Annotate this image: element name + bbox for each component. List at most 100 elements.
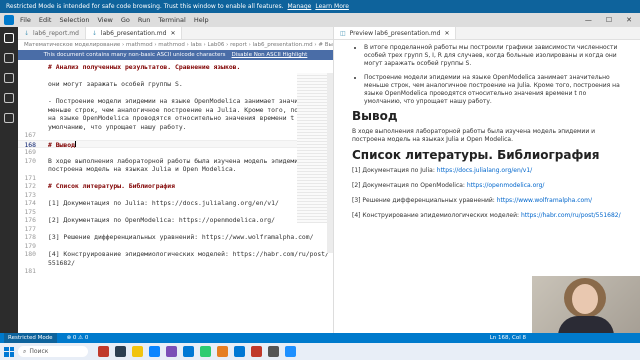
close-tab-icon[interactable]: ✕ (170, 30, 175, 37)
reference-link[interactable]: https://openmodelica.org/ (467, 182, 545, 189)
problems-status[interactable]: ⊗ 0 ⚠ 0 (67, 335, 89, 341)
line-text: - Построение модели эпидемии на языке Op… (48, 97, 322, 105)
manage-link[interactable]: Manage (288, 3, 312, 10)
references-list: [1] Документация по Julia: https://docs.… (352, 167, 624, 220)
cursor-position[interactable]: Ln 168, Col 8 (490, 335, 636, 341)
code-line[interactable]: 173 (18, 191, 333, 200)
code-line[interactable]: 176 [2] Документация по OpenModelica: htt… (18, 216, 333, 225)
banner-text: Restricted Mode is intended for safe cod… (6, 3, 284, 10)
menu-file[interactable]: File (20, 16, 31, 24)
preview-icon: ◫ (340, 29, 346, 37)
tab-lab6-report[interactable]: ↓ lab6_report.md (18, 27, 86, 39)
code-line[interactable]: 174 [1] Документация по Julia: https://do… (18, 199, 333, 208)
search-icon: ⌕ (23, 347, 27, 355)
line-text (42, 267, 48, 276)
code-line[interactable]: 179 (18, 242, 333, 251)
run-debug-icon[interactable] (4, 93, 14, 103)
reference-link[interactable]: https://habr.com/ru/post/551682/ (521, 212, 621, 219)
code-line[interactable]: построена модель на языках Julia и Open … (18, 165, 333, 174)
line-number: 179 (24, 241, 36, 250)
line-number: 168 (24, 140, 36, 149)
search-icon[interactable] (4, 53, 14, 63)
reference-link[interactable]: https://docs.julialang.org/en/v1/ (437, 167, 532, 174)
code-line[interactable]: 168 # Вывод (18, 139, 333, 149)
code-line[interactable]: 177 (18, 225, 333, 234)
tab-preview[interactable]: ◫ Preview lab6_presentation.md ✕ (334, 27, 457, 39)
code-line[interactable]: они могут заражать особей группы S. (18, 80, 333, 89)
learn-more-link[interactable]: Learn More (315, 3, 349, 10)
code-line[interactable]: 167 (18, 131, 333, 140)
taskbar-app-icon[interactable] (234, 346, 245, 357)
menu-run[interactable]: Run (138, 16, 150, 24)
disable-highlight-link[interactable]: Disable Non ASCII Highlight (232, 52, 308, 58)
line-text: умолчанию, что упрощает нашу работу. (48, 122, 187, 131)
code-line[interactable]: # Анализ полученных результатов. Сравнен… (18, 63, 333, 72)
extensions-icon[interactable] (4, 113, 14, 123)
line-number (18, 80, 42, 89)
menu-view[interactable]: View (97, 16, 112, 24)
editor-scrollbar[interactable] (327, 73, 333, 253)
minimap[interactable] (297, 73, 327, 223)
taskbar-app-icon[interactable] (251, 346, 262, 357)
start-icon[interactable] (4, 346, 14, 357)
code-line[interactable]: 180 [4] Конструирование эпидемиологически… (18, 250, 333, 259)
tab-lab6-presentation[interactable]: ↓ lab6_presentation.md ✕ (85, 27, 183, 39)
taskbar-app-icon[interactable] (98, 346, 109, 357)
code-line[interactable]: 171 (18, 174, 333, 183)
list-item: Построение модели эпидемии на языке Open… (364, 74, 624, 106)
code-line[interactable]: 551682/ (18, 259, 333, 268)
taskbar-app-icon[interactable] (268, 346, 279, 357)
source-control-icon[interactable] (4, 73, 14, 83)
explorer-icon[interactable] (4, 33, 14, 43)
code-line[interactable]: меньше строк, чем аналогичное построение… (18, 106, 333, 115)
code-line[interactable]: 170 В ходе выполнения лабораторной работы… (18, 157, 333, 166)
line-text (42, 148, 48, 157)
menu-edit[interactable]: Edit (39, 16, 52, 24)
code-line[interactable]: - Построение модели эпидемии на языке Op… (18, 97, 333, 106)
code-line[interactable]: 172 # Список литературы. Библиография (18, 182, 333, 191)
minimize-icon[interactable]: — (585, 16, 592, 24)
references-heading: Список литературы. Библиография (352, 148, 600, 162)
editor-group: ↓ lab6_report.md ↓ lab6_presentation.md … (18, 27, 334, 333)
taskbar-app-icon[interactable] (183, 346, 194, 357)
code-line[interactable]: умолчанию, что упрощает нашу работу. (18, 123, 333, 132)
taskbar-app-icon[interactable] (149, 346, 160, 357)
taskbar-app-icon[interactable] (200, 346, 211, 357)
restricted-mode-status[interactable]: Restricted Mode (4, 333, 57, 343)
maximize-icon[interactable]: ☐ (606, 16, 612, 24)
tab-label: lab6_report.md (33, 29, 79, 37)
taskbar-app-icon[interactable] (217, 346, 228, 357)
code-line[interactable]: 175 (18, 208, 333, 217)
line-text: [3] Решение дифференциальных уравнений: … (48, 233, 314, 241)
window-controls: — ☐ ✕ (585, 16, 640, 24)
menu-go[interactable]: Go (121, 16, 130, 24)
taskbar-app-icon[interactable] (166, 346, 177, 357)
menu-help[interactable]: Help (194, 16, 209, 24)
reference-item: [4] Конструирование эпидемиологических м… (352, 212, 624, 220)
tab-label: lab6_presentation.md (100, 29, 167, 37)
code-line[interactable] (18, 89, 333, 98)
code-line[interactable]: на языке OpenModelica проводятся относит… (18, 114, 333, 123)
menu-terminal[interactable]: Terminal (158, 16, 185, 24)
code-line[interactable]: 178 [3] Решение дифференциальных уравнени… (18, 233, 333, 242)
line-text: В ходе выполнения лабораторной работы бы… (48, 156, 310, 165)
code-line[interactable]: 169 (18, 148, 333, 157)
code-line[interactable] (18, 72, 333, 81)
reference-link[interactable]: https://www.wolframalpha.com/ (497, 197, 592, 204)
close-icon[interactable]: ✕ (626, 16, 632, 24)
code-line[interactable]: 181 (18, 267, 333, 276)
taskbar-app-icon[interactable] (132, 346, 143, 357)
breadcrumb[interactable]: Математическое моделирование › mathmod ›… (18, 40, 333, 50)
close-tab-icon[interactable]: ✕ (444, 30, 449, 37)
code-editor[interactable]: # Анализ полученных результатов. Сравнен… (18, 60, 333, 276)
taskbar-app-icon[interactable] (115, 346, 126, 357)
taskbar-app-icon[interactable] (285, 346, 296, 357)
line-text: # Анализ полученных результатов. Сравнен… (48, 63, 241, 71)
taskbar-apps (98, 346, 296, 357)
menu-selection[interactable]: Selection (59, 16, 89, 24)
line-number (18, 89, 42, 98)
preview-content: В итоге проделанной работы мы построили … (334, 40, 640, 220)
taskbar-search[interactable]: ⌕ Поиск (18, 346, 88, 357)
line-number (18, 97, 42, 106)
line-number (18, 114, 42, 123)
